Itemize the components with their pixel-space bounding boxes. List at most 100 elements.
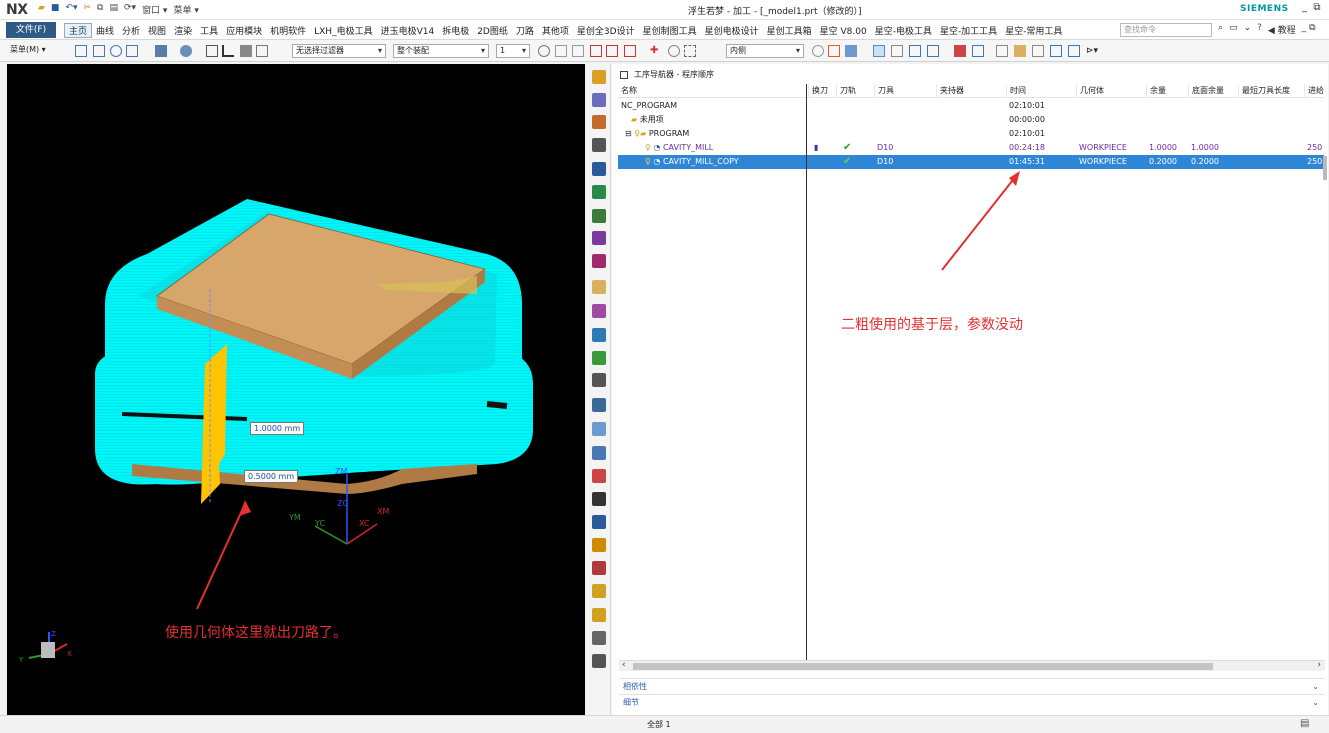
tab-1[interactable]: 曲线 [92, 24, 118, 37]
measure-icon[interactable] [240, 45, 252, 57]
rect-select-icon[interactable] [684, 45, 696, 57]
machine-nav-icon[interactable] [592, 93, 606, 107]
cam-icon[interactable] [592, 138, 606, 152]
open-icon[interactable]: ▰ [38, 3, 45, 16]
tree-row-nc-program[interactable]: NC_PROGRAM 02:10:01 [618, 99, 1324, 113]
search-icon[interactable]: ⌕ [1218, 23, 1223, 36]
library-icon[interactable] [592, 304, 606, 318]
solid-icon[interactable] [592, 446, 606, 460]
window-controls[interactable]: _ ⧉ [1302, 2, 1321, 13]
tab-15[interactable]: 星创制图工具 [639, 24, 701, 37]
folder-icon[interactable] [592, 280, 606, 294]
tab-5[interactable]: 工具 [196, 24, 222, 37]
dependencies-panel[interactable]: 相依性 ⌄ [619, 678, 1325, 693]
doc-icon[interactable]: ▭ [1229, 23, 1238, 36]
window-menu[interactable]: 窗口 ▾ [142, 3, 167, 16]
column-holder[interactable]: 夹持器 [936, 84, 1006, 98]
analysis-icon[interactable] [873, 45, 885, 57]
cut-icon[interactable]: ✂ [84, 3, 92, 16]
feed-icon[interactable] [592, 538, 606, 552]
file-menu-button[interactable]: 文件(F) [6, 22, 56, 38]
tab-16[interactable]: 星创电极设计 [701, 24, 763, 37]
select-icon[interactable] [256, 45, 268, 57]
snap-icon[interactable] [75, 45, 87, 57]
path-icon[interactable] [891, 45, 903, 57]
program-icon[interactable] [1068, 45, 1080, 57]
tab-12[interactable]: 刀路 [512, 24, 538, 37]
window-icon[interactable] [126, 45, 138, 57]
details-panel[interactable]: 细节 ⌄ [619, 694, 1325, 709]
column-geometry[interactable]: 几何体 [1076, 84, 1146, 98]
status-icon[interactable]: ▤ [1300, 718, 1309, 729]
geometry-icon[interactable] [1032, 45, 1044, 57]
list-icon[interactable] [972, 45, 984, 57]
tab-2[interactable]: 分析 [118, 24, 144, 37]
tool-path-icon[interactable] [592, 162, 606, 176]
chevron-down-icon[interactable]: ⌄ [1312, 695, 1319, 710]
layer-icon[interactable] [206, 45, 218, 57]
dimension-label-bottom[interactable]: 0.5000 mm [244, 470, 299, 483]
shop-doc-icon[interactable] [954, 45, 966, 57]
collapse-icon[interactable]: ⊟ [625, 129, 632, 138]
vertical-scroll-thumb[interactable] [1323, 156, 1327, 180]
tab-19[interactable]: 星空-电极工具 [871, 24, 936, 37]
scrollbar-thumb[interactable] [633, 663, 1213, 670]
measure-icon[interactable] [592, 492, 606, 506]
tree-row-unused[interactable]: ▰ 未用项 00:00:00 [618, 113, 1324, 127]
tab-6[interactable]: 应用模块 [222, 24, 266, 37]
chevron-down-icon[interactable]: ⌄ [1312, 679, 1319, 694]
tree-row-cavity-mill-copy[interactable]: ♀ ◔ CAVITY_MILL_COPY ✔ D10 01:45:31 WORK… [618, 155, 1324, 169]
shade-icon[interactable] [180, 45, 192, 57]
tool-icon[interactable] [592, 422, 606, 436]
tab-10[interactable]: 拆电极 [438, 24, 473, 37]
help-icon[interactable]: ? [1257, 23, 1262, 36]
point-icon[interactable] [606, 45, 618, 57]
reuse-icon[interactable] [592, 254, 606, 268]
wireframe-icon[interactable] [828, 45, 840, 57]
shaded-icon[interactable] [845, 45, 857, 57]
body-icon[interactable] [572, 45, 584, 57]
column-min-tool-length[interactable]: 最短刀具长度 [1238, 84, 1304, 98]
column-toolpath[interactable]: 刀轨 [836, 84, 874, 98]
geometry-nav-icon[interactable] [592, 115, 606, 129]
tab-13[interactable]: 其他项 [538, 24, 573, 37]
transform-icon[interactable] [592, 584, 606, 598]
tab-18[interactable]: 星空 V8.00 [816, 24, 871, 37]
info-icon[interactable] [592, 608, 606, 622]
tab-11[interactable]: 2D图纸 [473, 24, 512, 37]
copy-icon[interactable]: ⧉ [97, 3, 103, 16]
menu-button[interactable]: 菜单(M) ▾ [10, 44, 46, 55]
column-name[interactable]: 名称 [618, 84, 808, 98]
column-time[interactable]: 时间 [1006, 84, 1076, 98]
feature-icon[interactable] [592, 209, 606, 223]
shape-icon[interactable] [592, 469, 606, 483]
tab-4[interactable]: 渲染 [170, 24, 196, 37]
paste-icon[interactable]: ▤ [109, 3, 118, 16]
column-tool[interactable]: 刀具 [874, 84, 936, 98]
tree-row-program[interactable]: ⊟ ♀▰ PROGRAM 02:10:01 [618, 127, 1324, 141]
tab-0[interactable]: 主页 [64, 22, 93, 38]
assembly-scope-select[interactable]: 整个装配 [393, 44, 489, 58]
face-rule-select[interactable]: 内侧 [726, 44, 804, 58]
tutorial-button[interactable]: ◀ 教程 [1268, 23, 1296, 36]
tab-9[interactable]: 进玉电极V14 [377, 24, 439, 37]
scroll-left-icon[interactable]: ‹ [622, 660, 626, 670]
rotate-icon[interactable] [110, 45, 122, 57]
probe-icon[interactable] [592, 631, 606, 645]
graphics-viewport[interactable]: ZM ZC XC XM YC YM Z Y X 1.0000 mm 0.5000… [7, 64, 585, 715]
tree-row-cavity-mill[interactable]: ♀ ◔ CAVITY_MILL ▮ ✔ D10 00:24:18 WORKPIE… [618, 141, 1324, 155]
vector-icon[interactable] [624, 45, 636, 57]
dimension-label-top[interactable]: 1.0000 mm [250, 422, 305, 435]
command-search-input[interactable]: 查找命令 [1120, 23, 1212, 37]
curve-rule-icon[interactable] [555, 45, 567, 57]
history-icon[interactable] [592, 373, 606, 387]
tab-14[interactable]: 星创全3D设计 [573, 24, 639, 37]
save-icon[interactable]: ■ [51, 3, 60, 16]
selection-filter-select[interactable]: 无选择过滤器 [292, 44, 386, 58]
tab-3[interactable]: 视图 [144, 24, 170, 37]
check-icon[interactable] [592, 351, 606, 365]
repeat-icon[interactable]: ⟳▾ [124, 3, 136, 16]
column-stock[interactable]: 余量 [1146, 84, 1188, 98]
render-icon[interactable] [155, 45, 167, 57]
checkbox-icon[interactable] [620, 70, 628, 79]
